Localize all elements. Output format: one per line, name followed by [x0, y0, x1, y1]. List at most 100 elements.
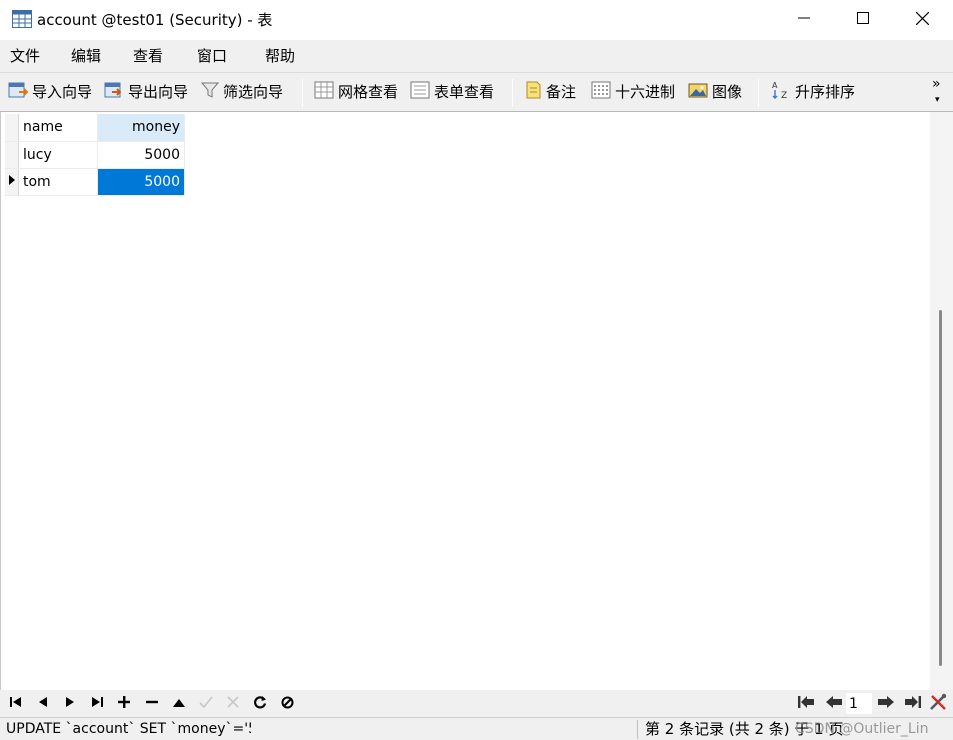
data-grid: name money lucy 5000 tom 5000: [0, 112, 930, 690]
toolbar-overflow-button[interactable]: »: [932, 77, 941, 91]
window-title: account @test01 (Security) - 表: [37, 11, 273, 29]
image-label: 图像: [712, 83, 743, 101]
memo-icon: [524, 81, 542, 103]
table-row[interactable]: tom 5000: [5, 168, 185, 196]
grid-header-row: name money: [5, 114, 185, 142]
cell-money-selected[interactable]: 5000: [97, 168, 185, 196]
table-icon: [12, 10, 32, 28]
memo-button[interactable]: 备注: [524, 80, 576, 104]
grid-table: name money lucy 5000 tom 5000: [5, 114, 185, 196]
previous-icon: [37, 696, 49, 712]
import-icon: [8, 81, 29, 103]
toolbar: 导入向导 导出向导 筛选向导 网格查看 表单查看 备注 十六进制 图像 A Z …: [0, 72, 953, 112]
column-header-name[interactable]: name: [18, 114, 98, 142]
sort-ascending-button[interactable]: AZ 升序排序: [771, 80, 855, 104]
export-wizard-button[interactable]: 导出向导: [104, 80, 188, 104]
sort-ascending-icon: AZ: [771, 80, 791, 104]
scrollbar-thumb[interactable]: [939, 310, 942, 666]
delete-record-button[interactable]: [142, 694, 162, 714]
next-page-button[interactable]: [876, 694, 896, 714]
hex-label: 十六进制: [615, 83, 676, 101]
arrow-left-icon: [825, 695, 843, 713]
caret-up-icon: [173, 696, 185, 712]
sort-ascending-label: 升序排序: [795, 83, 856, 101]
memo-label: 备注: [546, 83, 577, 101]
export-icon: [104, 81, 124, 103]
hex-button[interactable]: 十六进制: [591, 80, 675, 104]
close-button[interactable]: [893, 0, 951, 40]
maximize-button[interactable]: [834, 0, 892, 40]
current-row-arrow-icon: [5, 174, 18, 191]
table-row[interactable]: lucy 5000: [5, 141, 185, 169]
record-navigation-bar: [0, 690, 953, 717]
stop-button[interactable]: [277, 694, 297, 714]
row-indicator-current[interactable]: [5, 168, 19, 196]
toolbar-separator: [302, 79, 303, 107]
discard-changes-button: [223, 694, 243, 714]
minimize-button[interactable]: [775, 0, 833, 40]
next-icon: [64, 696, 76, 712]
filter-wizard-button[interactable]: 筛选向导: [200, 80, 284, 104]
add-record-button[interactable]: [114, 694, 134, 714]
form-view-button[interactable]: 表单查看: [410, 80, 494, 104]
last-page-button[interactable]: [903, 694, 923, 714]
form-icon: [410, 81, 430, 103]
apply-changes-button: [196, 694, 216, 714]
cell-money[interactable]: 5000: [97, 141, 185, 169]
cross-icon: [227, 696, 239, 712]
row-indicator-header: [5, 114, 19, 142]
refresh-icon: [253, 695, 267, 713]
import-wizard-button[interactable]: 导入向导: [8, 80, 92, 104]
menu-help[interactable]: 帮助: [265, 47, 295, 65]
status-divider: [637, 720, 638, 739]
menu-bar: 文件 编辑 查看 窗口 帮助: [0, 40, 953, 72]
cell-name[interactable]: tom: [18, 168, 98, 196]
menu-view[interactable]: 查看: [133, 47, 163, 65]
filter-icon: [200, 81, 220, 103]
refresh-button[interactable]: [250, 694, 270, 714]
hex-icon: [591, 81, 611, 103]
settings-button[interactable]: [928, 693, 948, 714]
menu-file[interactable]: 文件: [10, 47, 40, 65]
toolbar-overflow-arrow[interactable]: ▾: [935, 95, 940, 105]
menu-window[interactable]: 窗口: [197, 47, 227, 65]
close-icon: [915, 11, 929, 29]
check-icon: [199, 696, 213, 712]
toolbar-separator: [512, 79, 513, 107]
previous-record-button[interactable]: [33, 694, 53, 714]
svg-text:A: A: [772, 81, 778, 90]
toolbar-separator: [758, 79, 759, 107]
status-sql-text: UPDATE `account` SET `money`='5: [6, 721, 251, 737]
arrow-right-icon: [877, 695, 895, 713]
import-wizard-label: 导入向导: [32, 83, 93, 101]
plus-icon: [118, 696, 130, 712]
vertical-scrollbar[interactable]: [930, 112, 953, 690]
grid-icon: [314, 81, 334, 103]
last-record-button[interactable]: [87, 694, 107, 714]
watermark: CSDN @Outlier_Lin: [795, 721, 929, 737]
cell-name[interactable]: lucy: [18, 141, 98, 169]
last-page-icon: [904, 695, 922, 713]
maximize-icon: [857, 12, 869, 28]
form-view-label: 表单查看: [434, 83, 495, 101]
first-page-button[interactable]: [796, 694, 816, 714]
filter-wizard-label: 筛选向导: [223, 83, 284, 101]
edit-record-button[interactable]: [169, 694, 189, 714]
first-record-button[interactable]: [6, 694, 26, 714]
grid-view-button[interactable]: 网格查看: [314, 80, 398, 104]
image-button[interactable]: 图像: [688, 80, 742, 104]
page-number-input[interactable]: [846, 693, 872, 714]
stop-icon: [281, 696, 294, 713]
previous-page-button[interactable]: [824, 694, 844, 714]
minimize-icon: [798, 12, 810, 28]
image-icon: [688, 81, 708, 103]
column-header-money[interactable]: money: [97, 114, 185, 142]
row-indicator[interactable]: [5, 141, 19, 169]
first-page-icon: [797, 695, 815, 713]
svg-text:Z: Z: [781, 91, 787, 100]
title-bar: account @test01 (Security) - 表: [0, 0, 953, 40]
menu-edit[interactable]: 编辑: [71, 47, 101, 65]
last-record-icon: [90, 696, 104, 712]
minus-icon: [146, 696, 158, 712]
next-record-button[interactable]: [60, 694, 80, 714]
